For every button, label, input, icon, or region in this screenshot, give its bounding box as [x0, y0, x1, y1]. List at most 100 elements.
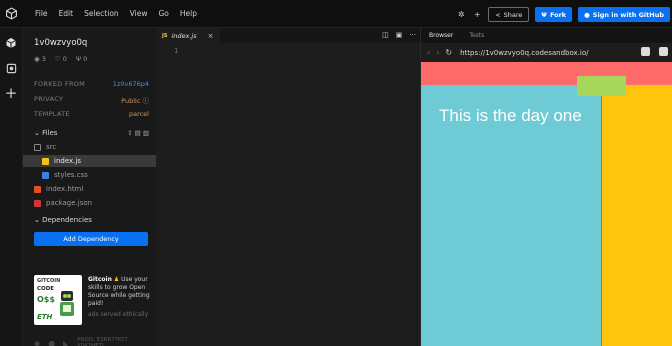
gitcoin-ad-image[interactable]: GITCOIN CODE O$$ ETH	[34, 275, 82, 325]
editor-tab-index-js[interactable]: JS index.js ×	[156, 28, 220, 43]
ad-served-note[interactable]: ads served ethically	[88, 311, 148, 318]
tree-item-label: src	[46, 143, 57, 151]
robot-illustration-icon	[58, 289, 76, 319]
help-icon[interactable]: ⓘ	[143, 97, 150, 105]
menubar-actions: ✲ + < Share Ψ Fork ● Sign in with GitHub	[456, 7, 670, 22]
sandbox-info-icon[interactable]	[4, 36, 18, 50]
views-count: 3	[41, 55, 46, 63]
likes-count: 0	[62, 55, 67, 63]
open-new-window-icon[interactable]	[641, 47, 650, 56]
ad-image-text-2: O$$	[37, 295, 55, 304]
ad-image-text-3: ETH	[37, 313, 53, 321]
likes-stat[interactable]: ♡ 0	[55, 55, 67, 63]
green-block	[577, 76, 626, 96]
fork-label: Fork	[549, 10, 567, 19]
settings-icon[interactable]: ✲	[456, 10, 466, 19]
add-icon[interactable]: +	[4, 84, 18, 102]
forked-from-label: FORKED FROM	[34, 80, 86, 88]
close-icon[interactable]: ×	[208, 32, 214, 40]
share-label: Share	[503, 10, 523, 19]
tab-browser[interactable]: Browser	[421, 28, 461, 43]
toggle-preview-icon[interactable]: ▣	[396, 31, 403, 39]
privacy-value-text: Public	[121, 97, 141, 105]
forward-icon[interactable]: ›	[436, 48, 439, 57]
address-bar-actions	[641, 47, 668, 56]
plus-icon[interactable]: +	[472, 10, 482, 19]
template-value[interactable]: parcel	[129, 110, 149, 118]
privacy-label: PRIVACY	[34, 95, 64, 103]
sandbox-stats: ◉ 3 ♡ 0 Ψ 0	[34, 55, 87, 63]
menu-view[interactable]: View	[130, 9, 148, 18]
toggle-console-icon[interactable]	[659, 47, 668, 56]
forked-from-link[interactable]: 1z0v676p4	[113, 80, 149, 88]
tree-item-label: index.js	[54, 157, 81, 165]
menu-edit[interactable]: Edit	[59, 9, 74, 18]
editor-tab-label: index.js	[171, 31, 197, 40]
ad-text[interactable]: Gitcoin ♟ Use your skills to grow Open S…	[88, 276, 150, 308]
menu-go[interactable]: Go	[158, 9, 168, 18]
forks-stat: Ψ 0	[76, 55, 87, 63]
tree-item-label: package.json	[46, 199, 93, 207]
share-button[interactable]: < Share	[488, 7, 530, 22]
preview-heading: This is the day one	[439, 106, 582, 125]
menubar: File Edit Selection View Go Help ✲ + < S…	[0, 0, 672, 28]
build-id: PROD: ESBR7TKT7 Y047HETJ	[77, 337, 129, 346]
editor-tab-bar: JS index.js × ◫ ▣ ···	[156, 28, 420, 43]
template-label: TEMPLATE	[34, 110, 70, 118]
editor-actions: ◫ ▣ ···	[382, 31, 416, 39]
new-file-icon[interactable]: ▤	[135, 129, 141, 137]
npm-file-icon	[34, 199, 41, 207]
tree-item-index-js[interactable]: index.js	[23, 155, 156, 167]
gitcoin-emoji-icon: ♟	[113, 276, 120, 283]
back-icon[interactable]: ‹	[427, 48, 430, 57]
url-field[interactable]: https://1v0wzvyo0q.codesandbox.io/	[460, 49, 588, 57]
discord-icon[interactable]: ◣	[63, 339, 69, 346]
ad-headline: Gitcoin	[88, 276, 112, 283]
menu-help[interactable]: Help	[180, 9, 197, 18]
tree-item-package-json[interactable]: package.json	[34, 197, 92, 209]
split-editor-icon[interactable]: ◫	[382, 31, 389, 39]
menu-file[interactable]: File	[35, 9, 48, 18]
fork-button[interactable]: Ψ Fork	[535, 7, 573, 22]
preview-tab-bar: Browser Tests	[421, 28, 672, 43]
tree-item-label: index.html	[46, 185, 84, 193]
github-icon: ●	[584, 10, 590, 19]
files-section-header[interactable]: ⌄ Files ⇪ ▤ ▥	[34, 129, 149, 137]
code-editor[interactable]: JS index.js × ◫ ▣ ··· 1	[156, 28, 420, 346]
codesandbox-logo-icon[interactable]	[0, 0, 23, 28]
github-footer-icon[interactable]: ●	[48, 339, 55, 346]
sidebar-footer: ◆ ● ◣ PROD: ESBR7TKT7 Y047HETJ	[34, 337, 156, 346]
tree-item-src[interactable]: src	[34, 141, 149, 153]
sign-in-button[interactable]: ● Sign in with GitHub	[578, 7, 670, 22]
yellow-block	[602, 85, 672, 346]
tree-item-styles-css[interactable]: styles.css	[42, 169, 88, 181]
more-actions-icon[interactable]: ···	[409, 31, 416, 39]
new-folder-icon[interactable]: ▥	[143, 129, 149, 137]
js-file-icon	[42, 157, 49, 165]
deployment-icon[interactable]	[4, 61, 18, 75]
forks-count: 0	[83, 55, 88, 63]
activity-bar: +	[0, 28, 23, 346]
css-file-icon	[42, 171, 49, 179]
ad-image-text-1: CODE	[37, 286, 55, 292]
sidebar: 1v0wzvyo0q ◉ 3 ♡ 0 Ψ 0 FORKED FROM 1z0v6…	[23, 28, 156, 346]
forked-from-row: FORKED FROM 1z0v676p4	[34, 80, 149, 88]
tree-item-index-html[interactable]: index.html	[34, 183, 83, 195]
add-dependency-button[interactable]: Add Dependency	[34, 232, 148, 246]
sandbox-name[interactable]: 1v0wzvyo0q	[34, 38, 87, 48]
folder-icon	[34, 143, 41, 151]
files-title: ⌄ Files	[34, 129, 57, 137]
tab-tests[interactable]: Tests	[461, 28, 492, 43]
dependencies-section-header[interactable]: ⌄ Dependencies	[34, 216, 92, 224]
files-label: Files	[42, 129, 58, 137]
refresh-icon[interactable]: ↻	[445, 48, 452, 57]
block-divider	[601, 85, 602, 346]
upload-icon[interactable]: ⇪	[127, 129, 132, 137]
privacy-row: PRIVACY Public ⓘ	[34, 95, 149, 105]
privacy-value: Public ⓘ	[121, 95, 149, 105]
preview-viewport[interactable]: This is the day one	[421, 62, 672, 346]
html-file-icon	[34, 185, 41, 193]
menu-selection[interactable]: Selection	[84, 9, 119, 18]
twitter-icon[interactable]: ◆	[34, 339, 40, 346]
files-actions: ⇪ ▤ ▥	[127, 129, 149, 137]
